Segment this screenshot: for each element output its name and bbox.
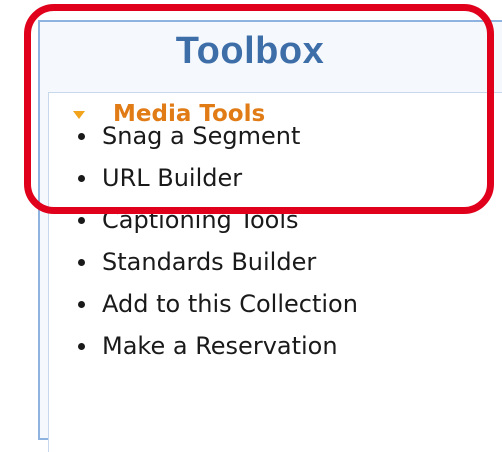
bullet-icon — [78, 259, 85, 266]
tool-item-captioning-tools[interactable]: Captioning Tools — [74, 199, 358, 241]
tool-list: Snag a Segment URL Builder Captioning To… — [74, 115, 358, 367]
toolbox-panel: Toolbox Media Tools Snag a Segment URL B… — [38, 20, 502, 452]
bullet-icon — [78, 175, 85, 182]
toolbox-title: Toolbox — [40, 30, 460, 73]
toolbox-title-text: Toolbox — [175, 30, 325, 72]
tool-item-snag-a-segment[interactable]: Snag a Segment — [74, 115, 358, 157]
tool-item-make-a-reservation[interactable]: Make a Reservation — [74, 325, 358, 367]
tool-item-label[interactable]: Standards Builder — [102, 248, 316, 276]
tool-item-standards-builder[interactable]: Standards Builder — [74, 241, 358, 283]
tool-item-label[interactable]: Snag a Segment — [102, 122, 300, 150]
bullet-icon — [78, 133, 85, 140]
bullet-icon — [78, 217, 85, 224]
tool-item-label[interactable]: Add to this Collection — [102, 290, 358, 318]
bullet-icon — [78, 301, 85, 308]
bullet-icon — [78, 343, 85, 350]
tool-item-label[interactable]: Make a Reservation — [102, 332, 338, 360]
tool-item-label[interactable]: Captioning Tools — [102, 206, 299, 234]
tool-item-add-to-collection[interactable]: Add to this Collection — [74, 283, 358, 325]
tool-item-label[interactable]: URL Builder — [102, 164, 242, 192]
tool-item-url-builder[interactable]: URL Builder — [74, 157, 358, 199]
